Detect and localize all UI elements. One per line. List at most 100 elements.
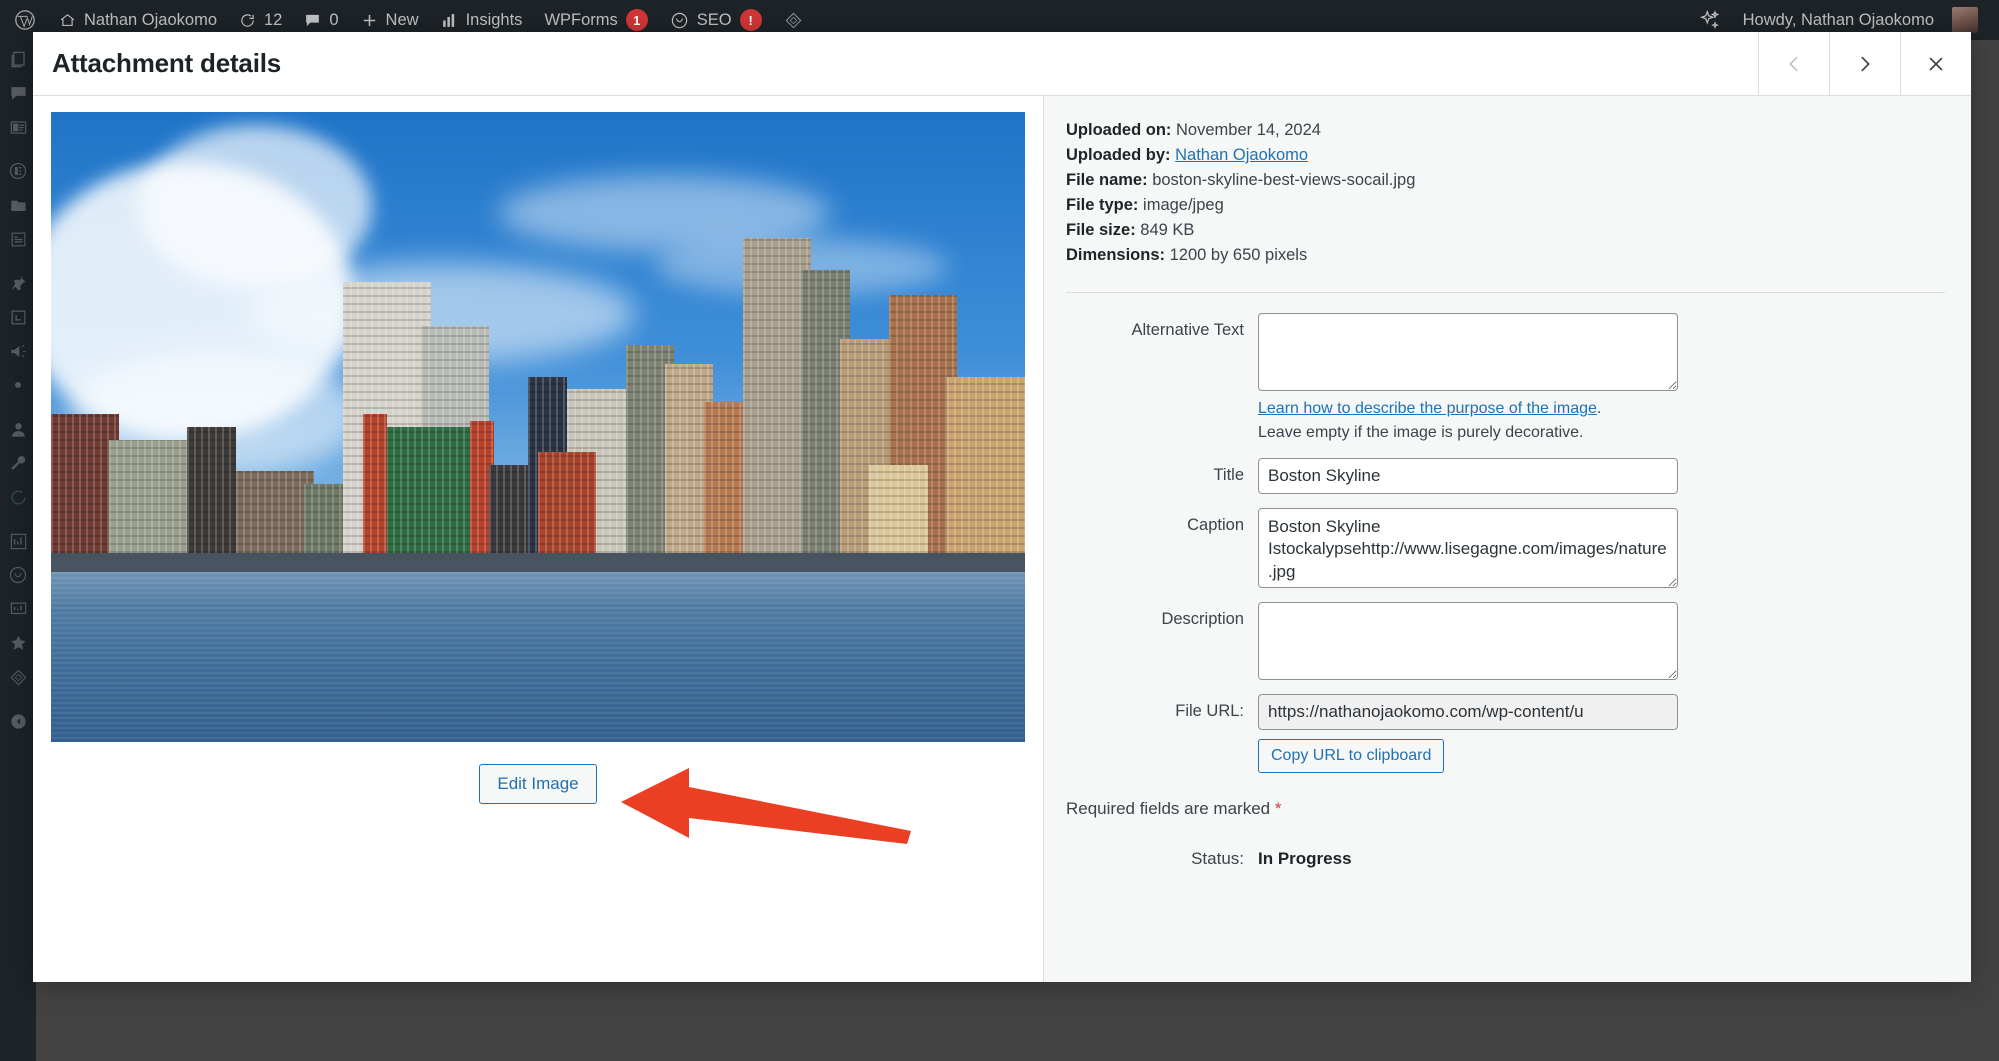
meta-value: November 14, 2024 bbox=[1176, 121, 1321, 139]
meta-value: 849 KB bbox=[1140, 221, 1195, 240]
sidebar-item-users[interactable] bbox=[0, 412, 36, 446]
meta-value: image/jpeg bbox=[1143, 196, 1224, 215]
meta-label: Dimensions: bbox=[1066, 246, 1166, 265]
sidebar-item-diamond[interactable] bbox=[0, 660, 36, 694]
red-arrow-annotation bbox=[611, 756, 921, 851]
loading-icon bbox=[9, 488, 28, 507]
diamond-menu-icon bbox=[9, 668, 28, 687]
admin-bar-updates-count: 12 bbox=[264, 10, 283, 29]
users-icon bbox=[9, 420, 28, 439]
bar-chart-icon bbox=[441, 12, 458, 29]
sidebar-item-forms[interactable] bbox=[0, 110, 36, 144]
appearance-icon bbox=[9, 308, 28, 327]
media-icon bbox=[9, 196, 28, 215]
file-url-control: Copy URL to clipboard bbox=[1258, 693, 1945, 773]
divider bbox=[1066, 292, 1945, 294]
learn-how-to-describe-link[interactable]: Learn how to describe the purpose of the… bbox=[1258, 400, 1597, 417]
sidebar-item-dot[interactable] bbox=[0, 368, 36, 402]
title-input[interactable] bbox=[1258, 457, 1678, 494]
title-control bbox=[1258, 457, 1945, 494]
plus-icon bbox=[361, 12, 378, 29]
sidebar-item-marketing[interactable] bbox=[0, 334, 36, 368]
title-field-row: Title bbox=[1066, 457, 1945, 494]
copy-url-to-clipboard-button[interactable]: Copy URL to clipboard bbox=[1258, 738, 1445, 773]
close-icon bbox=[1925, 53, 1947, 75]
meta-file-name: File name: boston-skyline-best-views-soc… bbox=[1066, 168, 1945, 193]
attachment-metadata-list: Uploaded on: November 14, 2024 Uploaded … bbox=[1066, 118, 1945, 268]
photo-building bbox=[236, 471, 314, 553]
sidebar-item-loading[interactable] bbox=[0, 480, 36, 514]
sidebar-item-optimize[interactable] bbox=[0, 626, 36, 660]
alt-text-helper: Learn how to describe the purpose of the… bbox=[1258, 397, 1678, 443]
admin-bar-seo-label: SEO bbox=[696, 10, 732, 29]
alt-text-field-row: Alternative Text Learn how to describe t… bbox=[1066, 313, 1945, 443]
meta-value: boston-skyline-best-views-socail.jpg bbox=[1152, 171, 1416, 190]
edit-image-button[interactable]: Edit Image bbox=[479, 764, 597, 804]
sidebar-item-seo[interactable] bbox=[0, 558, 36, 592]
attachment-image[interactable] bbox=[51, 112, 1025, 742]
sidebar-item-tools[interactable] bbox=[0, 446, 36, 480]
admin-sidebar-menu bbox=[0, 40, 36, 1061]
required-asterisk: * bbox=[1274, 798, 1282, 818]
admin-bar-site-name-label: Nathan Ojaokomo bbox=[84, 10, 217, 29]
photo-cloud bbox=[138, 124, 373, 289]
chevron-left-icon bbox=[1783, 53, 1805, 75]
sidebar-item-elementor[interactable] bbox=[0, 154, 36, 188]
optimize-icon bbox=[9, 634, 28, 653]
photo-building bbox=[372, 427, 480, 553]
caption-input[interactable] bbox=[1258, 507, 1678, 588]
meta-uploaded-by: Uploaded by: Nathan Ojaokomo bbox=[1066, 143, 1945, 168]
sidebar-item-pages[interactable] bbox=[0, 42, 36, 76]
photo-building bbox=[187, 427, 237, 553]
seo-menu-icon bbox=[8, 565, 28, 585]
sidebar-item-stats[interactable] bbox=[0, 592, 36, 626]
meta-label: File type: bbox=[1066, 196, 1139, 215]
seo-icon bbox=[670, 11, 689, 30]
photo-building bbox=[538, 452, 597, 553]
updates-icon bbox=[239, 12, 256, 29]
sidebar-item-analytics[interactable] bbox=[0, 524, 36, 558]
admin-bar-seo-badge: ! bbox=[739, 9, 762, 31]
caption-field-row: Caption bbox=[1066, 507, 1945, 588]
description-label: Description bbox=[1161, 609, 1244, 628]
file-url-input[interactable] bbox=[1258, 693, 1678, 730]
admin-bar-wpforms-label: WPForms bbox=[544, 10, 618, 29]
alt-text-label: Alternative Text bbox=[1131, 321, 1244, 340]
sidebar-item-plugins[interactable] bbox=[0, 266, 36, 300]
title-label: Title bbox=[1213, 465, 1244, 484]
avatar bbox=[1952, 7, 1978, 33]
previous-attachment-button[interactable] bbox=[1758, 32, 1829, 95]
admin-bar-new-label: New bbox=[385, 10, 419, 29]
modal-body: Edit Image Uploaded on: November 14, 202… bbox=[33, 96, 1971, 982]
modal-header: Attachment details bbox=[33, 32, 1971, 96]
status-row: Status: In Progress bbox=[1066, 849, 1945, 869]
admin-bar-insights-label: Insights bbox=[465, 10, 523, 29]
sidebar-item-comments[interactable] bbox=[0, 76, 36, 110]
diamond-icon bbox=[784, 11, 803, 30]
sidebar-item-media[interactable] bbox=[0, 188, 36, 222]
description-input[interactable] bbox=[1258, 601, 1678, 680]
alt-text-input[interactable] bbox=[1258, 313, 1678, 392]
sidebar-item-collapse-menu[interactable] bbox=[0, 704, 36, 738]
next-attachment-button[interactable] bbox=[1829, 32, 1900, 95]
photo-building bbox=[109, 439, 198, 554]
meta-label: Uploaded on: bbox=[1066, 121, 1172, 139]
forms-icon bbox=[9, 118, 28, 137]
attachment-preview-pane: Edit Image bbox=[33, 96, 1043, 982]
dot-icon bbox=[13, 380, 23, 390]
tools-icon bbox=[9, 454, 28, 473]
description-control bbox=[1258, 601, 1945, 680]
admin-bar-greeting: Howdy, Nathan Ojaokomo bbox=[1742, 10, 1934, 29]
close-modal-button[interactable] bbox=[1900, 32, 1971, 95]
meta-dimensions: Dimensions: 1200 by 650 pixels bbox=[1066, 243, 1945, 268]
photo-building bbox=[869, 464, 929, 554]
sidebar-item-appearance[interactable] bbox=[0, 300, 36, 334]
uploaded-by-link[interactable]: Nathan Ojaokomo bbox=[1175, 146, 1308, 164]
wordpress-logo-icon bbox=[14, 9, 36, 31]
required-note-text: Required fields are marked bbox=[1066, 798, 1271, 818]
meta-uploaded-on: Uploaded on: November 14, 2024 bbox=[1066, 118, 1945, 143]
photo-waterfront-edge bbox=[51, 553, 1025, 572]
sparkle-icon bbox=[1699, 9, 1721, 31]
required-fields-note: Required fields are marked * bbox=[1066, 799, 1945, 819]
sidebar-item-list[interactable] bbox=[0, 222, 36, 256]
